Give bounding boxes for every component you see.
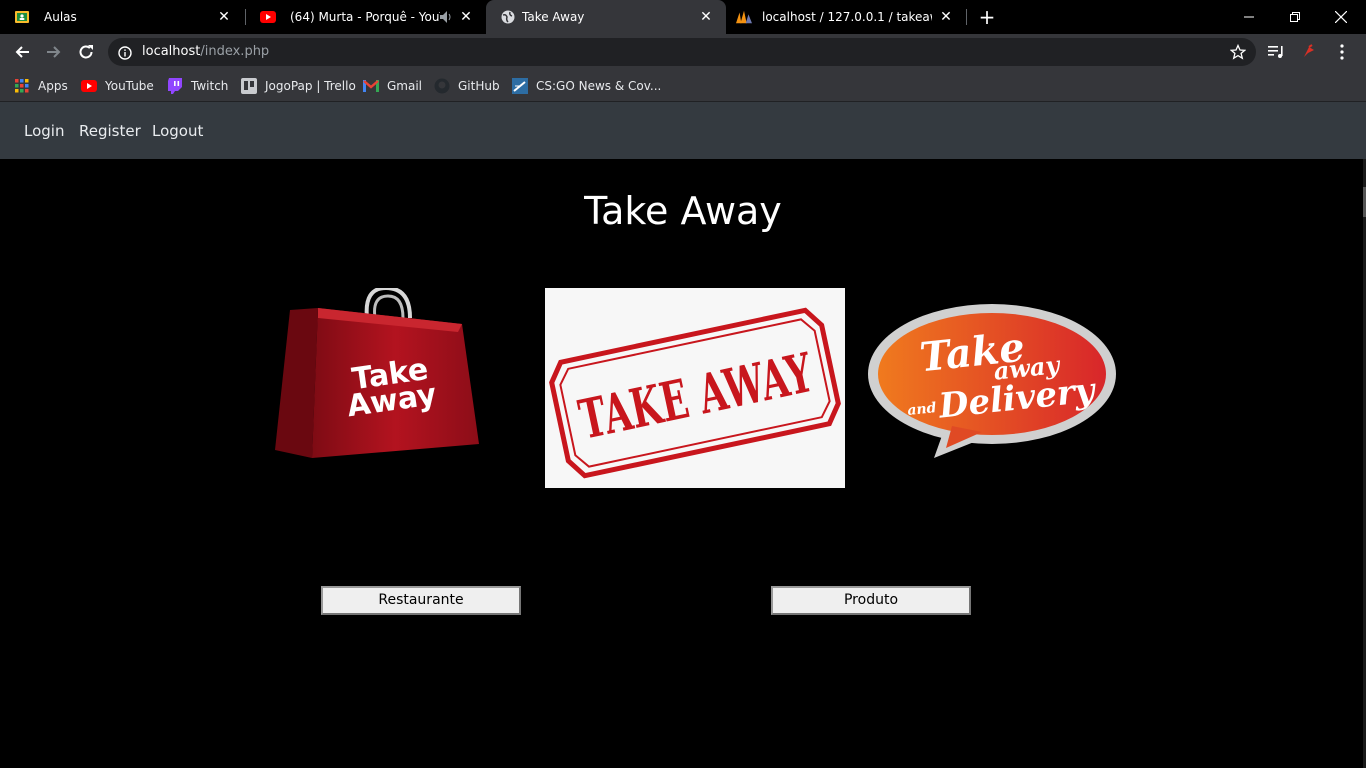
tab-aulas[interactable]: Aulas ✕ (0, 0, 244, 34)
tab-strip: Aulas ✕ (64) Murta - Porquê - YouTube ✕ … (0, 0, 1366, 34)
produto-button[interactable]: Produto (771, 586, 971, 615)
globe-icon (500, 9, 516, 25)
nav-register-link[interactable]: Register (79, 121, 141, 141)
arrow-right-icon (47, 46, 61, 58)
media-control-icon[interactable] (1268, 43, 1286, 61)
tab-take-away[interactable]: Take Away ✕ (486, 0, 726, 34)
github-icon (434, 78, 450, 94)
bookmark-gmail[interactable]: Gmail (363, 76, 422, 96)
url-path: /index.php (200, 44, 270, 59)
page-title: Take Away (584, 189, 782, 233)
nav-login-link[interactable]: Login (24, 121, 64, 141)
arrow-left-icon (15, 46, 29, 58)
take-away-bag-image: Take Away (272, 285, 484, 462)
info-icon[interactable] (118, 45, 132, 60)
bookmark-youtube[interactable]: YouTube (81, 76, 154, 96)
reload-icon (79, 45, 93, 59)
gmail-icon (363, 78, 379, 94)
address-bar[interactable]: localhost/index.php (108, 38, 1256, 66)
tab-youtube[interactable]: (64) Murta - Porquê - YouTube ✕ (246, 0, 486, 34)
bookmark-label: GitHub (458, 79, 500, 93)
url-text: localhost/index.php (142, 44, 269, 60)
bookmark-trello[interactable]: JogoPap | Trello (241, 76, 356, 96)
youtube-icon (81, 78, 97, 94)
bookmark-label: Gmail (387, 79, 423, 93)
classroom-icon (14, 9, 30, 25)
bookmark-apps[interactable]: Apps (14, 76, 68, 96)
hltv-icon (512, 78, 528, 94)
tab-title: Aulas (44, 10, 77, 24)
new-tab-button[interactable]: + (977, 7, 997, 27)
reload-button[interactable] (74, 40, 98, 64)
restore-button[interactable] (1272, 0, 1318, 34)
back-button[interactable] (10, 40, 34, 64)
bubble-text-and: and (907, 400, 938, 419)
extension-icon[interactable] (1300, 43, 1318, 61)
restaurante-button[interactable]: Restaurante (321, 586, 521, 615)
phpmyadmin-icon (736, 9, 752, 25)
youtube-icon (260, 9, 276, 25)
tab-title: localhost / 127.0.0.1 / takeaway / ... (762, 10, 932, 24)
page-content: Login Register Logout Take Away Take Awa… (0, 102, 1366, 768)
minimize-button[interactable] (1226, 0, 1272, 34)
bookmarks-bar: Apps YouTube Twitch JogoPap | Trello Gma… (0, 70, 1366, 102)
url-host: localhost (142, 44, 201, 59)
trello-icon (241, 78, 257, 94)
close-icon[interactable]: ✕ (698, 9, 714, 25)
tab-phpmyadmin[interactable]: localhost / 127.0.0.1 / takeaway / ... ✕ (726, 0, 966, 34)
kebab-menu-icon[interactable] (1333, 43, 1351, 61)
forward-button[interactable] (42, 40, 66, 64)
bookmark-github[interactable]: GitHub (434, 76, 500, 96)
apps-grid-icon (14, 78, 30, 94)
bookmark-label: Apps (38, 79, 68, 93)
site-navbar: Login Register Logout (0, 102, 1366, 159)
nav-logout-link[interactable]: Logout (152, 121, 203, 141)
close-icon[interactable]: ✕ (216, 9, 232, 25)
bookmark-label: CS:GO News & Cov... (536, 79, 662, 93)
close-icon[interactable]: ✕ (938, 9, 954, 25)
tab-separator (966, 9, 967, 25)
bookmark-twitch[interactable]: Twitch (167, 76, 228, 96)
take-away-delivery-image: Take away and Delivery (864, 302, 1130, 462)
bookmark-label: Twitch (191, 79, 229, 93)
bookmark-star-icon[interactable] (1229, 43, 1247, 60)
bookmark-label: YouTube (105, 79, 154, 93)
tab-title: (64) Murta - Porquê - YouTube (290, 10, 440, 24)
twitch-icon (167, 78, 183, 94)
bookmark-csgo[interactable]: CS:GO News & Cov... (512, 76, 661, 96)
close-window-button[interactable] (1318, 0, 1364, 34)
close-icon[interactable]: ✕ (458, 9, 474, 25)
speaker-icon[interactable] (440, 10, 452, 24)
browser-toolbar: localhost/index.php (0, 34, 1366, 70)
bookmark-label: JogoPap | Trello (265, 79, 356, 93)
tab-title: Take Away (522, 10, 585, 24)
take-away-stamp-image: TAKE AWAY (545, 288, 845, 488)
